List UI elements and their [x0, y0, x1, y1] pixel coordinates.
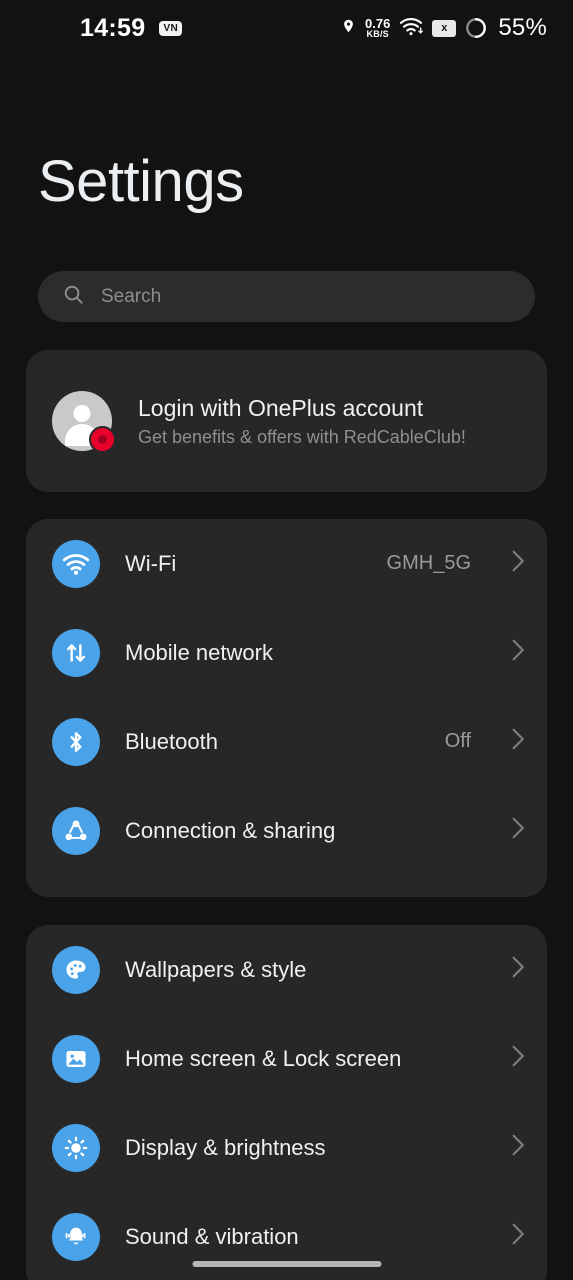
- personalization-settings-group: Wallpapers & style Home screen & Lock sc…: [26, 925, 547, 1280]
- data-speed-indicator: 0.76 KB/S: [365, 17, 390, 39]
- settings-row-wifi[interactable]: Wi-Fi GMH_5G: [26, 519, 547, 608]
- mobile-data-icon: [52, 628, 100, 677]
- status-clock: 14:59: [80, 13, 146, 42]
- data-speed-value: 0.76: [365, 15, 391, 31]
- account-title: Login with OnePlus account: [138, 394, 424, 421]
- image-icon: [52, 1034, 100, 1083]
- bell-vibration-icon: [52, 1212, 100, 1261]
- settings-row-label: Sound & vibration: [125, 1223, 299, 1249]
- settings-row-label: Wi-Fi: [125, 550, 177, 576]
- oneplus-account-card[interactable]: Login with OnePlus account Get benefits …: [26, 350, 547, 492]
- wifi-icon: [399, 16, 424, 41]
- settings-screen: 14:59 VN 0.76 KB/S x 55% Settings Search…: [0, 0, 573, 1280]
- chevron-right-icon: [512, 728, 525, 755]
- settings-row-home-lock-screen[interactable]: Home screen & Lock screen: [26, 1014, 547, 1103]
- location-pin-icon: [341, 16, 356, 41]
- settings-row-label: Connection & sharing: [125, 817, 336, 843]
- settings-row-display-brightness[interactable]: Display & brightness: [26, 1103, 547, 1192]
- settings-row-value: Off: [444, 730, 471, 752]
- status-bar-right: 0.76 KB/S x 55%: [341, 14, 547, 42]
- wifi-icon: [52, 539, 100, 588]
- connection-sharing-icon: [52, 806, 100, 855]
- no-sim-icon: x: [432, 19, 457, 37]
- brightness-icon: [52, 1123, 100, 1172]
- account-row[interactable]: Login with OnePlus account Get benefits …: [26, 350, 547, 492]
- account-text: Login with OnePlus account Get benefits …: [138, 395, 466, 448]
- network-settings-group: Wi-Fi GMH_5G Mobile network Bluetooth Of…: [26, 519, 547, 897]
- chevron-right-icon: [512, 1223, 525, 1250]
- settings-row-mobile-network[interactable]: Mobile network: [26, 608, 547, 697]
- settings-row-bluetooth[interactable]: Bluetooth Off: [26, 697, 547, 786]
- settings-row-label: Mobile network: [125, 639, 273, 665]
- battery-ring-icon: [465, 17, 487, 39]
- chevron-right-icon: [512, 550, 525, 577]
- ime-language-badge: VN: [159, 20, 183, 36]
- search-bar[interactable]: [38, 271, 535, 322]
- account-subtitle: Get benefits & offers with RedCableClub!: [138, 426, 466, 447]
- status-bar-left: 14:59 VN: [0, 13, 183, 43]
- chevron-right-icon: [512, 956, 525, 983]
- search-input[interactable]: [101, 285, 511, 308]
- settings-row-label: Display & brightness: [125, 1134, 326, 1160]
- search-icon: [62, 283, 85, 311]
- battery-percent-label: 55%: [498, 14, 547, 41]
- chevron-right-icon: [512, 639, 525, 666]
- chevron-right-icon: [512, 1045, 525, 1072]
- data-speed-unit: KB/S: [366, 29, 389, 40]
- settings-row-value: GMH_5G: [386, 552, 471, 574]
- settings-row-connection-sharing[interactable]: Connection & sharing: [26, 786, 547, 875]
- settings-row-label: Bluetooth: [125, 728, 218, 754]
- redcable-badge-icon: [89, 426, 116, 453]
- avatar: [52, 391, 116, 453]
- gesture-home-bar[interactable]: [192, 1261, 381, 1267]
- settings-row-label: Wallpapers & style: [125, 956, 307, 982]
- palette-icon: [52, 945, 100, 994]
- chevron-right-icon: [512, 817, 525, 844]
- settings-row-label: Home screen & Lock screen: [125, 1045, 402, 1071]
- page-title: Settings: [38, 149, 244, 214]
- status-bar: 14:59 VN 0.76 KB/S x 55%: [0, 0, 573, 56]
- chevron-right-icon: [512, 1134, 525, 1161]
- bluetooth-icon: [52, 717, 100, 766]
- settings-row-wallpapers-style[interactable]: Wallpapers & style: [26, 925, 547, 1014]
